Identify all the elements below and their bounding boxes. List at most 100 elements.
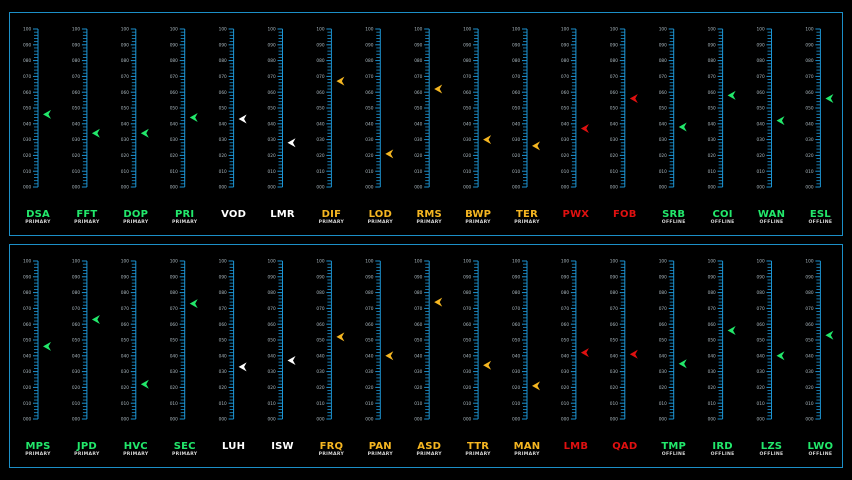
tick-label: 070 (316, 306, 324, 312)
tick-label: 100 (463, 27, 471, 33)
tick-label: 060 (512, 90, 520, 96)
tick-label: 010 (316, 401, 324, 407)
tick-label: 090 (512, 274, 520, 280)
tick-label: 010 (512, 401, 520, 407)
tick-label: 060 (757, 322, 765, 328)
tick-label: 020 (757, 153, 765, 159)
tick-label: 050 (219, 338, 227, 344)
tick-label: 070 (121, 306, 129, 312)
gauge-code: DIF (321, 209, 342, 220)
tick-label: 090 (659, 274, 667, 280)
gauge-status: OFFLINE (808, 220, 833, 225)
tick-label: 060 (23, 90, 31, 96)
tick-label: 000 (121, 417, 129, 423)
tick-label: 050 (463, 338, 471, 344)
tick-label: 010 (414, 169, 422, 175)
tick-label: 100 (121, 27, 129, 33)
tick-label: 010 (708, 401, 716, 407)
tick-label: 010 (561, 169, 569, 175)
tick-label: 090 (121, 274, 129, 280)
tick-label: 080 (268, 290, 276, 296)
gauge-pri: 100 090 080 070 060 050 040 030 020 010 000 (170, 27, 198, 191)
tick-label: 090 (561, 42, 569, 48)
tick-label: 060 (512, 322, 520, 328)
tick-label: 080 (23, 290, 31, 296)
tick-label: 020 (659, 153, 667, 159)
gauge-code: FFT (76, 209, 98, 220)
tick-label: 010 (463, 169, 471, 175)
tick-label: 080 (365, 58, 373, 64)
tick-label: 060 (72, 90, 80, 96)
tick-label: 100 (805, 259, 813, 265)
gauge-esl: 100 090 080 070 060 050 040 030 020 010 000 (805, 27, 834, 191)
tick-label: 050 (72, 106, 80, 112)
tick-label: 090 (414, 42, 422, 48)
gauge-dsa: 100 090 080 070 060 050 040 030 020 010 000 (23, 27, 51, 191)
gauge-pointer-vod (238, 114, 247, 124)
gauge-pointer-frq (336, 332, 345, 342)
gauge-fob: 100 090 080 070 060 050 040 030 020 010 000 (610, 27, 638, 191)
gauge-isw: 100 090 080 070 060 050 040 030 020 010 000 (268, 259, 296, 423)
tick-label: 060 (170, 322, 178, 328)
tick-label: 020 (512, 153, 520, 159)
gauge-scales-bottom: 100 090 080 070 060 050 040 030 020 010 000 100 090 0… (23, 259, 834, 423)
tick-label: 010 (757, 169, 765, 175)
tick-label: 080 (757, 290, 765, 296)
tick-label: 010 (659, 401, 667, 407)
gauge-fft: 100 090 080 070 060 050 040 030 020 010 000 (72, 27, 100, 191)
gauge-ter: 100 090 080 070 060 050 040 030 020 010 000 (512, 27, 540, 191)
tick-label: 050 (170, 106, 178, 112)
tick-label: 040 (365, 353, 373, 359)
tick-label: 050 (121, 338, 129, 344)
tick-label: 090 (316, 274, 324, 280)
tick-label: 100 (23, 259, 31, 265)
gauge-man: 100 090 080 070 060 050 040 030 020 010 000 (512, 259, 540, 423)
tick-label: 040 (365, 121, 373, 127)
tick-label: 050 (512, 106, 520, 112)
tick-label: 040 (72, 121, 80, 127)
tick-label: 050 (72, 338, 80, 344)
tick-label: 080 (365, 290, 373, 296)
tick-label: 030 (708, 137, 716, 143)
tick-label: 040 (121, 121, 129, 127)
gauge-status: OFFLINE (710, 220, 735, 225)
gauge-jpd: 100 090 080 070 060 050 040 030 020 010 000 (72, 259, 100, 423)
tick-label: 050 (268, 338, 276, 344)
tick-label: 020 (316, 385, 324, 391)
tick-label: 040 (659, 353, 667, 359)
tick-label: 030 (463, 369, 471, 375)
tick-label: 000 (316, 185, 324, 191)
tick-label: 100 (414, 27, 422, 33)
tick-label: 040 (23, 121, 31, 127)
tick-label: 060 (268, 90, 276, 96)
tick-label: 010 (23, 169, 31, 175)
gauge-status: OFFLINE (759, 220, 784, 225)
tick-label: 100 (757, 259, 765, 265)
tick-label: 100 (23, 27, 31, 33)
tick-label: 070 (316, 74, 324, 80)
tick-label: 070 (805, 306, 813, 312)
tick-label: 030 (23, 137, 31, 143)
tick-label: 000 (610, 417, 618, 423)
tick-label: 080 (805, 58, 813, 64)
gauge-code: COI (712, 209, 733, 220)
gauge-code: FRQ (319, 441, 344, 452)
gauge-scales-top: 100 090 080 070 060 050 040 030 020 010 000 100 090 0… (23, 27, 834, 191)
tick-label: 070 (365, 306, 373, 312)
tick-label: 060 (72, 322, 80, 328)
tick-label: 020 (268, 385, 276, 391)
gauge-pointer-isw (287, 356, 296, 366)
tick-label: 060 (757, 90, 765, 96)
gauge-pointer-lmr (287, 138, 296, 148)
tick-label: 040 (316, 121, 324, 127)
gauge-code: TTR (467, 441, 490, 452)
tick-label: 090 (170, 42, 178, 48)
gauge-pointer-pan (385, 351, 394, 361)
gauge-status: OFFLINE (710, 452, 735, 457)
tick-label: 010 (121, 169, 129, 175)
tick-label: 080 (561, 58, 569, 64)
gauge-lmr: 100 090 080 070 060 050 040 030 020 010 000 (268, 27, 296, 191)
tick-label: 030 (170, 369, 178, 375)
tick-label: 020 (414, 385, 422, 391)
tick-label: 040 (805, 353, 813, 359)
